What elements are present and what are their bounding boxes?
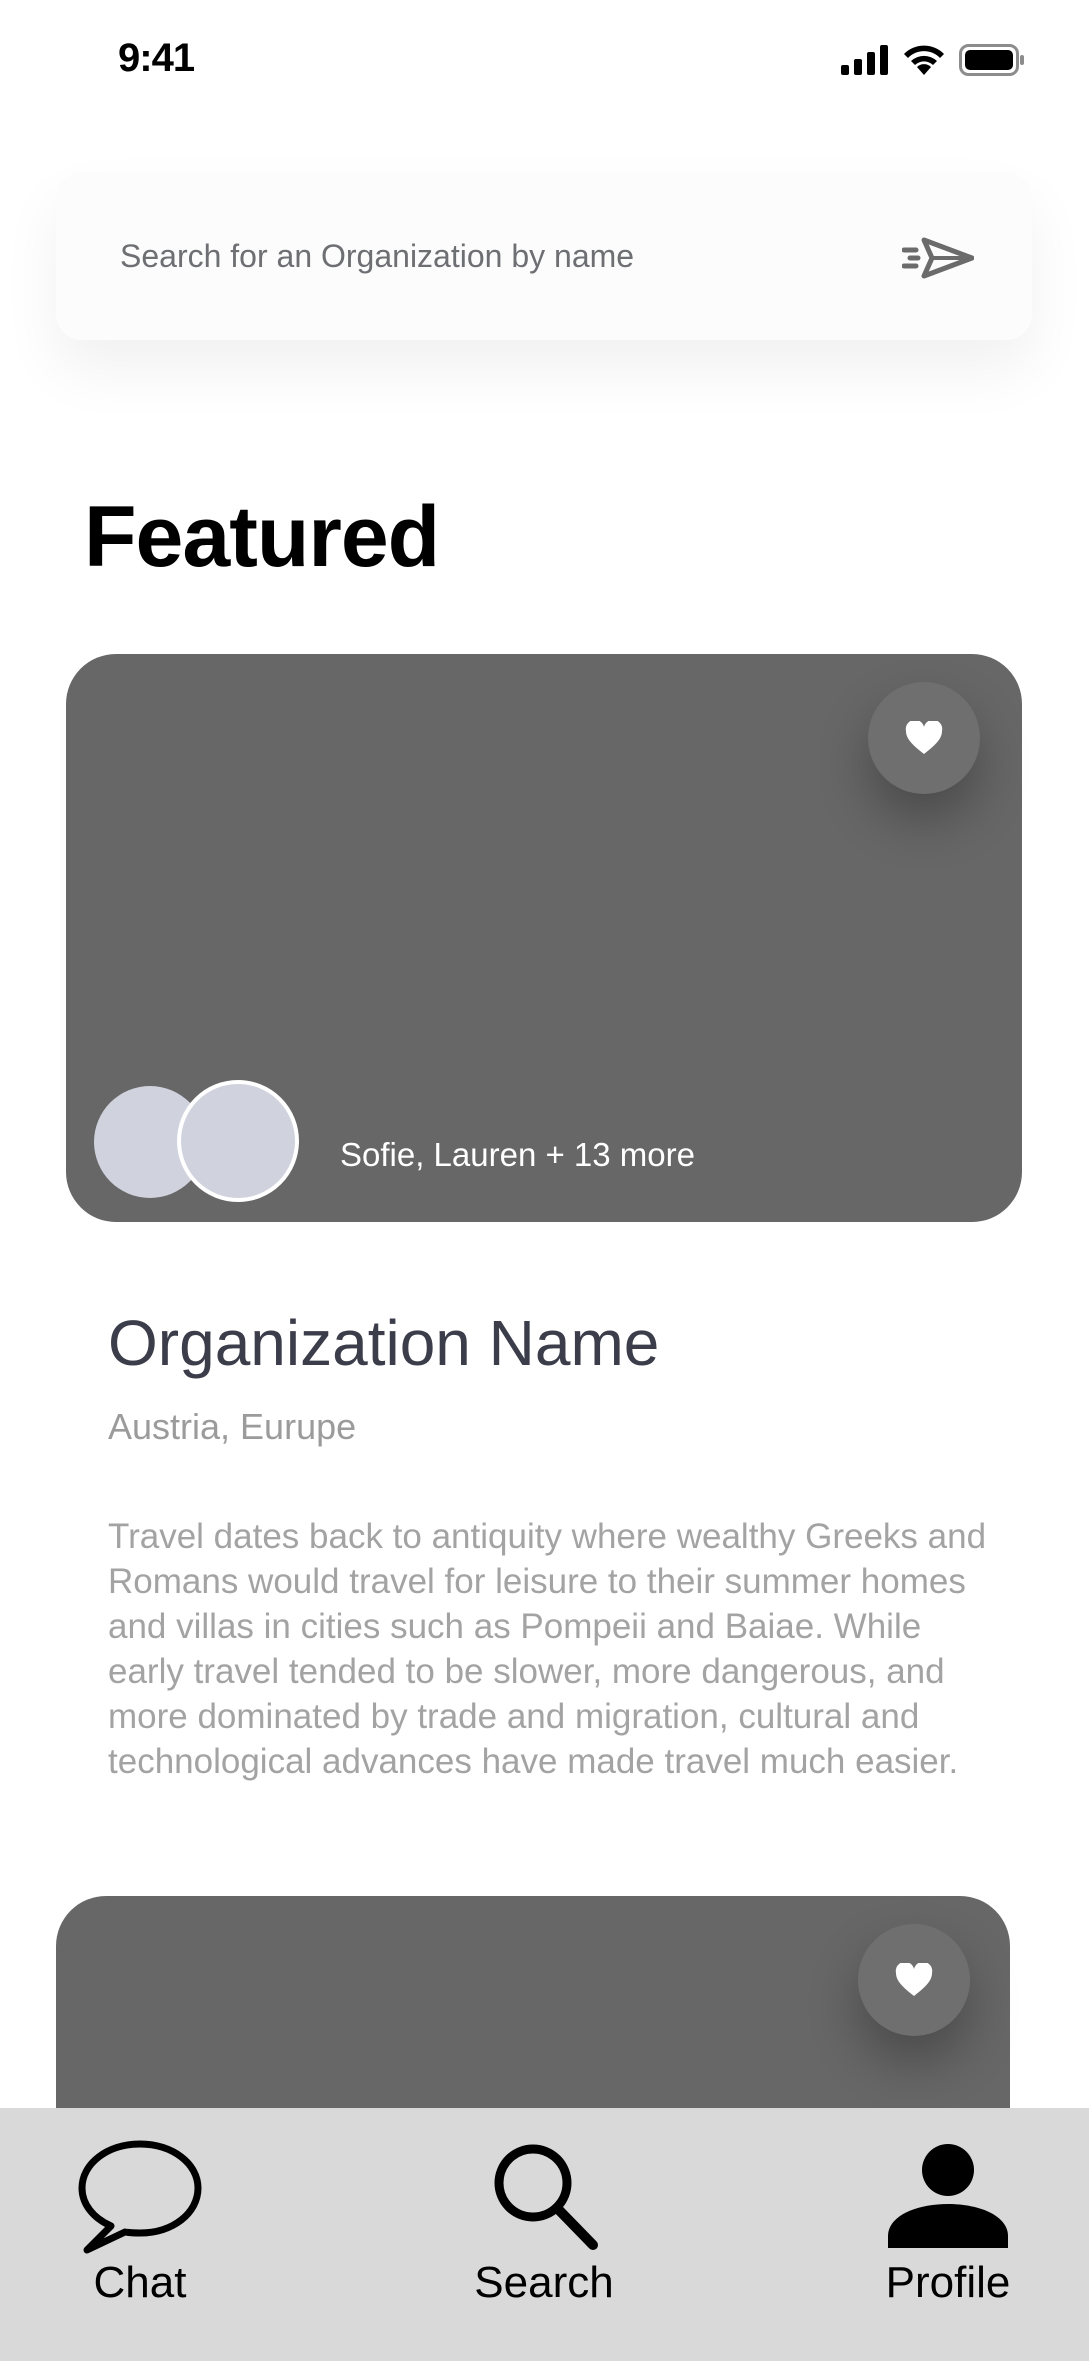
signal-icon (841, 45, 888, 75)
status-time: 9:41 (118, 36, 195, 80)
search-bar[interactable]: Search for an Organization by name (56, 172, 1032, 340)
heart-icon (895, 1963, 933, 1996)
magnifier-icon (494, 2144, 598, 2250)
tab-chat[interactable]: Chat (60, 2108, 220, 2361)
person-icon (888, 2144, 1008, 2248)
tab-label-profile: Profile (885, 2258, 1011, 2307)
org-description: Travel dates back to antiquity where wea… (108, 1517, 987, 1781)
featured-org-image[interactable]: Sofie, Lauren + 13 more (66, 654, 1022, 1222)
battery-icon (959, 44, 1024, 76)
wifi-icon (904, 45, 944, 75)
favorite-button[interactable] (858, 1924, 970, 2036)
tab-search[interactable]: Search (464, 2108, 624, 2361)
org-location: Austria, Eurupe (108, 1406, 357, 1447)
members-text: Sofie, Lauren + 13 more (340, 1136, 695, 1173)
tab-profile[interactable]: Profile (868, 2108, 1028, 2361)
send-icon[interactable] (902, 236, 974, 280)
tab-bar: Chat Search Profile (0, 2108, 1089, 2361)
avatar (177, 1080, 299, 1202)
org-name[interactable]: Organization Name (108, 1306, 659, 1380)
search-input[interactable]: Search for an Organization by name (120, 172, 634, 340)
status-icons (841, 44, 1025, 76)
section-title-featured: Featured (84, 489, 440, 585)
favorite-button[interactable] (868, 682, 980, 794)
tab-label-chat: Chat (93, 2258, 187, 2307)
status-bar: 9:41 (0, 0, 1089, 130)
chat-bubble-icon (78, 2140, 202, 2254)
heart-icon (905, 721, 943, 754)
tab-label-search: Search (474, 2258, 614, 2307)
